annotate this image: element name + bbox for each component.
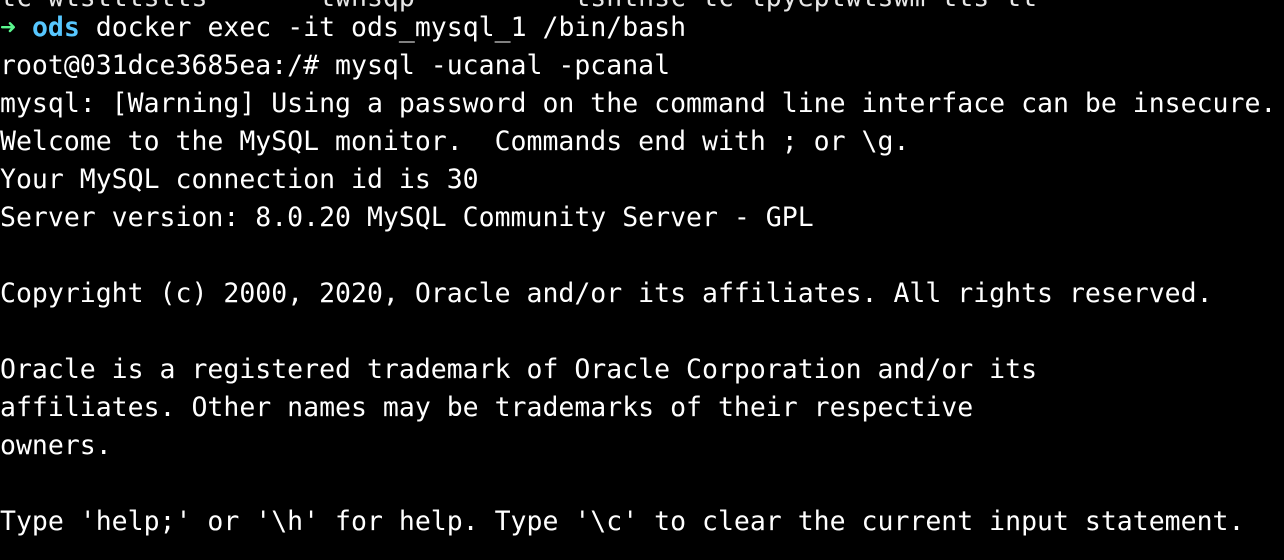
server-version-line: Server version: 8.0.20 MySQL Community S… — [0, 202, 814, 233]
trademark-line-1: Oracle is a registered trademark of Orac… — [0, 354, 1038, 385]
mysql-login-command-line: root@031dce3685ea:/# mysql -ucanal -pcan… — [0, 50, 671, 81]
help-hint-line: Type 'help;' or '\h' for help. Type '\c'… — [0, 506, 1245, 537]
welcome-line: Welcome to the MySQL monitor. Commands e… — [0, 126, 910, 157]
trademark-line-2: affiliates. Other names may be trademark… — [0, 392, 974, 423]
shell-prompt-line: ➜ ods docker exec -it ods_mysql_1 /bin/b… — [0, 9, 686, 47]
prompt-command: docker exec -it ods_mysql_1 /bin/bash — [79, 12, 687, 43]
trademark-line-3: owners. — [0, 430, 112, 461]
copyright-line: Copyright (c) 2000, 2020, Oracle and/or … — [0, 278, 1213, 309]
connection-id-line: Your MySQL connection id is 30 — [0, 164, 479, 195]
warning-line: mysql: [Warning] Using a password on the… — [0, 88, 1277, 119]
prompt-arrow-icon: ➜ — [0, 12, 16, 43]
terminal-window[interactable]: tc-wtstttstts- -- twhsqp- ----- tshthsc-… — [0, 0, 1284, 560]
prompt-directory: ods — [31, 12, 80, 43]
